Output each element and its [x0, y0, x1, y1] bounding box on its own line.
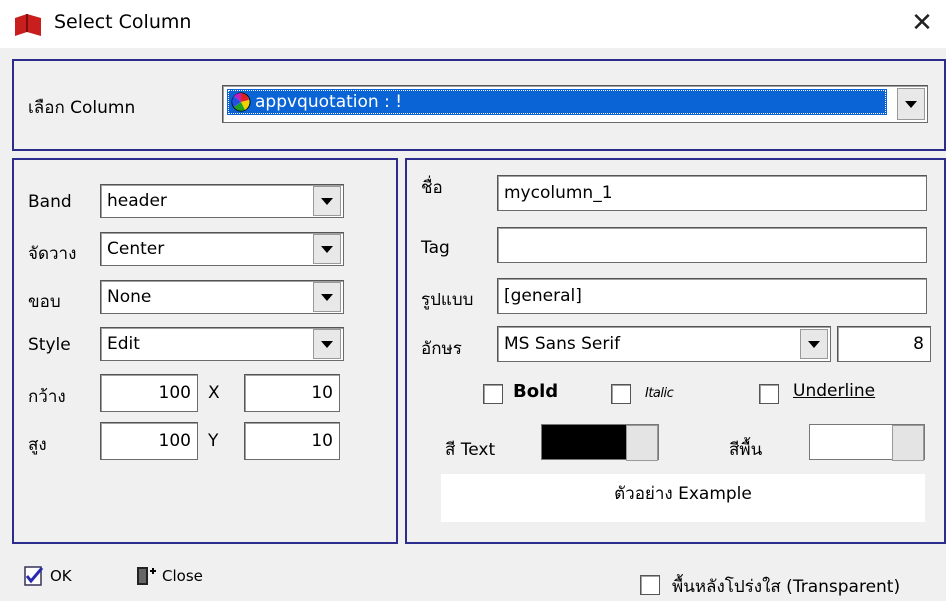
column-select-panel: เลือก Column appvquotation : ! — [12, 59, 946, 151]
bg-color-label: สีพื้น — [729, 440, 763, 460]
column-select-arrow[interactable] — [897, 88, 925, 120]
align-dropdown[interactable]: Center — [100, 232, 344, 266]
y-input[interactable]: 10 — [244, 422, 340, 460]
chevron-down-icon — [905, 100, 917, 108]
bold-checkbox[interactable] — [483, 384, 503, 404]
italic-label: Italic — [645, 386, 674, 401]
band-value: header — [107, 190, 167, 211]
layout-panel: Band header จัดวาง Center ขอบ None Style… — [12, 158, 398, 544]
title-bar: Select Column ✕ — [0, 0, 946, 48]
x-input[interactable]: 10 — [244, 374, 340, 412]
y-label: Y — [208, 431, 219, 451]
font-size-input[interactable]: 8 — [837, 326, 931, 362]
font-value: MS Sans Serif — [504, 333, 621, 354]
border-dropdown[interactable]: None — [100, 280, 344, 314]
underline-label: Underline — [793, 381, 876, 401]
align-label: จัดวาง — [28, 244, 77, 264]
transparent-label: พื้นหลังโปร่งใส (Transparent) — [672, 577, 901, 597]
border-value: None — [107, 286, 152, 307]
underline-checkbox[interactable] — [759, 384, 779, 404]
chevron-down-icon — [321, 340, 333, 348]
width-label: กว้าง — [28, 387, 66, 407]
ok-button[interactable]: OK — [22, 565, 72, 587]
text-color-swatch — [542, 425, 626, 459]
chevron-down-icon — [321, 197, 333, 205]
bold-label: Bold — [513, 381, 559, 402]
column-select-label: เลือก Column — [28, 98, 136, 118]
height-input[interactable]: 100 — [100, 422, 198, 460]
example-preview: ตัวอย่าง Example — [441, 474, 925, 522]
width-input[interactable]: 100 — [100, 374, 198, 412]
window-title: Select Column — [54, 11, 192, 33]
border-label: ขอบ — [28, 292, 61, 312]
align-arrow[interactable] — [313, 234, 341, 264]
italic-checkbox[interactable] — [611, 384, 631, 404]
text-color-button[interactable] — [626, 425, 658, 461]
height-label: สูง — [28, 435, 47, 455]
format-input[interactable]: [general] — [497, 278, 927, 314]
column-select-dropdown[interactable]: appvquotation : ! — [222, 85, 928, 123]
chevron-down-icon — [321, 293, 333, 301]
properties-panel: ชื่อ mycolumn_1 Tag รูปแบบ [general] อัก… — [405, 158, 946, 544]
exit-door-icon — [137, 567, 156, 585]
ok-label: OK — [50, 567, 72, 585]
border-arrow[interactable] — [313, 282, 341, 312]
style-value: Edit — [107, 333, 140, 354]
column-select-text: appvquotation : ! — [255, 91, 403, 112]
align-value: Center — [107, 238, 165, 259]
check-document-icon — [24, 566, 44, 586]
tag-input[interactable] — [497, 227, 927, 263]
band-label: Band — [28, 192, 72, 212]
close-window-button[interactable]: ✕ — [905, 6, 939, 40]
chevron-down-icon — [321, 245, 333, 253]
format-label: รูปแบบ — [421, 290, 474, 310]
style-arrow[interactable] — [313, 329, 341, 359]
bg-color-swatch — [810, 425, 892, 459]
text-color-label: สี Text — [445, 440, 496, 460]
name-input[interactable]: mycolumn_1 — [497, 175, 927, 211]
style-dropdown[interactable]: Edit — [100, 327, 344, 361]
close-button[interactable]: Close — [134, 565, 203, 587]
band-arrow[interactable] — [313, 186, 341, 216]
transparent-checkbox[interactable] — [640, 575, 660, 595]
close-label: Close — [162, 567, 203, 585]
red-book-icon — [15, 14, 41, 36]
band-dropdown[interactable]: header — [100, 184, 344, 218]
font-arrow[interactable] — [800, 329, 828, 359]
tag-label: Tag — [421, 238, 450, 258]
style-label: Style — [28, 335, 71, 355]
chevron-down-icon — [808, 340, 820, 348]
name-label: ชื่อ — [421, 178, 443, 198]
column-select-value: appvquotation : ! — [227, 89, 887, 115]
font-dropdown[interactable]: MS Sans Serif — [497, 326, 831, 362]
bg-color-button[interactable] — [892, 425, 924, 461]
text-color-picker[interactable] — [541, 424, 659, 461]
bg-color-picker[interactable] — [809, 424, 925, 461]
example-text: ตัวอย่าง Example — [614, 484, 752, 504]
color-wheel-icon — [231, 92, 251, 112]
x-label: X — [208, 383, 220, 403]
font-label: อักษร — [421, 339, 462, 359]
